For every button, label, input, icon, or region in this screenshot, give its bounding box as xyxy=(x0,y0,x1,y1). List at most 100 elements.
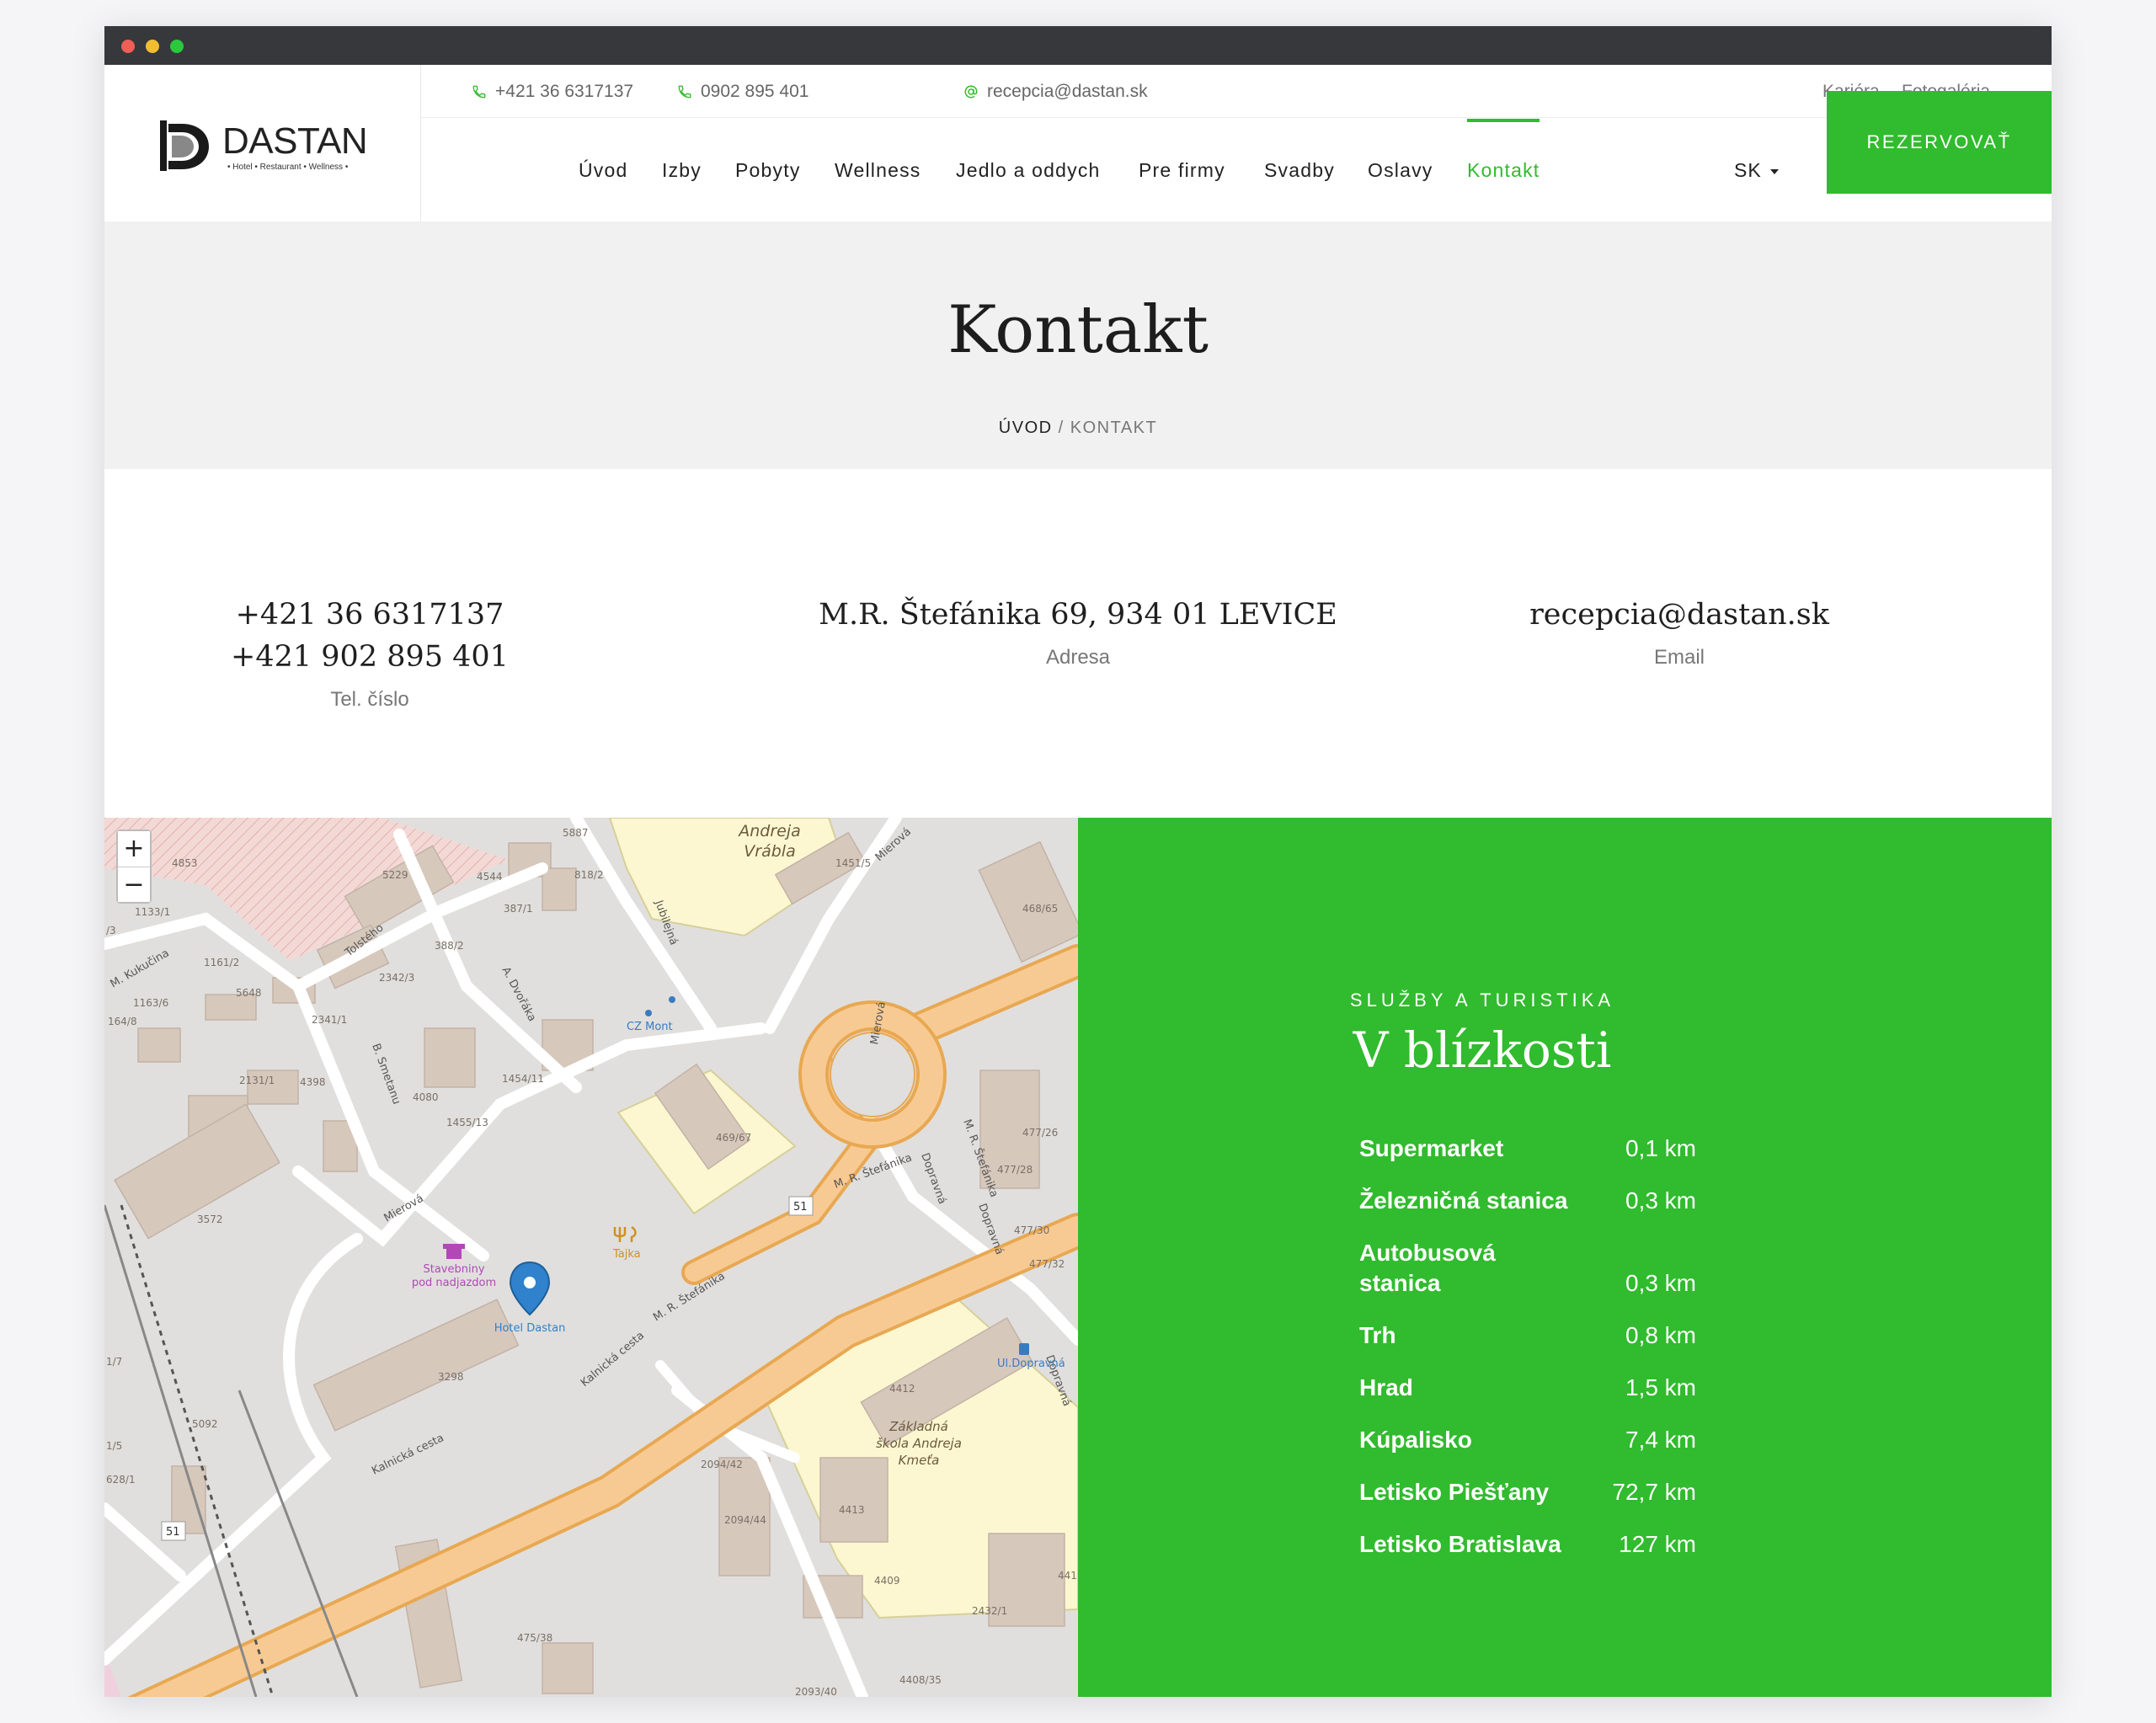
nearby-item-distance: 7,4 km xyxy=(1625,1427,1696,1453)
nearby-item-distance: 0,8 km xyxy=(1625,1322,1696,1348)
nearby-item: Autobusová stanica 0,3 km xyxy=(1359,1238,1696,1299)
phone-icon xyxy=(678,85,691,99)
nav-item-pre-firmy[interactable]: Pre firmy xyxy=(1139,119,1225,221)
map-label-stavebniny-1: Stavebniny xyxy=(423,1263,484,1276)
nav-item-svadby[interactable]: Svadby xyxy=(1264,119,1335,221)
map-label-hotel: Hotel Dastan xyxy=(494,1322,566,1335)
nearby-item-name: Letisko Piešťany xyxy=(1359,1479,1550,1505)
house-number: 4080 xyxy=(413,1091,439,1103)
topbar-phone1[interactable]: +421 36 6317137 xyxy=(472,82,633,102)
house-number: 468/65 xyxy=(1022,903,1058,915)
language-value: SK xyxy=(1734,159,1762,181)
breadcrumb-separator: / xyxy=(1052,419,1070,437)
phone-line2[interactable]: +421 902 895 401 xyxy=(159,636,580,678)
contact-phone: +421 36 6317137 +421 902 895 401 Tel. čí… xyxy=(159,594,580,712)
zoom-in-button[interactable]: + xyxy=(118,831,150,867)
nav-item-jedlo-a-oddych[interactable]: Jedlo a oddych xyxy=(956,119,1101,221)
nav-item-wellness[interactable]: Wellness xyxy=(835,119,921,221)
house-number: 1/7 xyxy=(106,1356,122,1368)
page-title: Kontakt xyxy=(947,292,1209,368)
main-navigation: Úvod Izby Pobyty Wellness Jedlo a oddych… xyxy=(421,119,2052,221)
at-icon xyxy=(964,85,978,99)
zoom-out-button[interactable]: − xyxy=(118,867,150,902)
nav-item-pobyty[interactable]: Pobyty xyxy=(735,119,801,221)
house-number: 2094/42 xyxy=(701,1459,743,1470)
contact-address: M.R. Štefánika 69, 934 01 LEVICE Adresa xyxy=(783,594,1373,669)
house-number: 1451/5 xyxy=(835,857,871,869)
house-number: 388/2 xyxy=(435,940,464,952)
phone-icon xyxy=(472,85,486,99)
house-number: 441 xyxy=(1058,1570,1077,1582)
nearby-item-distance: 0,3 km xyxy=(1625,1187,1696,1214)
logo-mark-icon xyxy=(160,120,209,171)
poi-dot xyxy=(669,996,675,1003)
phone-line1[interactable]: +421 36 6317137 xyxy=(159,594,580,636)
house-number: 5092 xyxy=(192,1418,218,1430)
house-number: 477/28 xyxy=(997,1164,1033,1176)
house-number: 628/1 xyxy=(106,1474,136,1486)
house-number: 2093/40 xyxy=(795,1686,837,1697)
nearby-list: Supermarket 0,1 km Železničná stanica 0,3 … xyxy=(1359,1134,1696,1582)
page-hero: Kontakt ÚVOD / KONTAKT xyxy=(104,221,2052,469)
house-number: 1163/6 xyxy=(133,997,168,1009)
logo-name: DASTAN xyxy=(222,120,368,162)
nearby-item-name: Kúpalisko xyxy=(1359,1427,1472,1453)
house-number: 4398 xyxy=(300,1076,326,1088)
house-number: 4409 xyxy=(874,1575,900,1587)
house-number: 4413 xyxy=(839,1504,865,1516)
nearby-item: Supermarket 0,1 km xyxy=(1359,1134,1696,1164)
close-window-dot[interactable] xyxy=(121,40,135,53)
house-number: 2131/1 xyxy=(239,1075,275,1086)
house-number: 2432/1 xyxy=(972,1605,1007,1617)
topbar-email[interactable]: recepcia@dastan.sk xyxy=(963,82,1148,102)
logo[interactable]: DASTAN • Hotel • Restaurant • Wellness • xyxy=(104,65,421,221)
minimize-window-dot[interactable] xyxy=(146,40,159,53)
maximize-window-dot[interactable] xyxy=(170,40,184,53)
nearby-item-name: Železničná stanica xyxy=(1359,1187,1568,1214)
map-label-ul-dopravna: Ul.Dopravná xyxy=(997,1358,1065,1370)
phone-label: Tel. číslo xyxy=(330,688,409,711)
topbar-phone2[interactable]: 0902 895 401 xyxy=(677,82,808,102)
house-number: 4412 xyxy=(889,1383,915,1395)
nearby-item: Trh 0,8 km xyxy=(1359,1320,1696,1351)
map-label-zs-1: Základná xyxy=(889,1419,948,1434)
house-number: 387/1 xyxy=(504,903,533,915)
house-number: 4544 xyxy=(477,871,503,883)
house-number: 2341/1 xyxy=(312,1014,347,1026)
book-button[interactable]: REZERVOVAŤ xyxy=(1827,91,2052,194)
map-label-tajka: Tajka xyxy=(612,1248,641,1261)
house-number: 5887 xyxy=(563,827,589,839)
map-zoom-control: + − xyxy=(116,829,152,904)
email-value[interactable]: recepcia@dastan.sk xyxy=(1469,594,1890,636)
site-header: DASTAN • Hotel • Restaurant • Wellness •… xyxy=(104,65,2052,221)
breadcrumb-home[interactable]: ÚVOD xyxy=(999,419,1053,437)
house-number: 4408/35 xyxy=(899,1674,942,1686)
breadcrumb: ÚVOD / KONTAKT xyxy=(104,419,2052,438)
map-label-zs-2: škola Andreja xyxy=(876,1436,962,1451)
address-value: M.R. Štefánika 69, 934 01 LEVICE xyxy=(819,598,1337,632)
nav-item-izby[interactable]: Izby xyxy=(662,119,702,221)
house-number: 3572 xyxy=(197,1214,223,1225)
nearby-item-distance: 0,3 km xyxy=(1625,1270,1696,1296)
location-map[interactable]: Mierová M. Kukučina Tolstého Jubilejná A… xyxy=(104,818,1078,1697)
nav-item-oslavy[interactable]: Oslavy xyxy=(1368,119,1433,221)
nearby-item: Letisko Bratislava 127 km xyxy=(1359,1529,1696,1560)
house-number: 477/30 xyxy=(1014,1224,1049,1236)
house-number: 3298 xyxy=(438,1371,464,1383)
nearby-item-name: Hrad xyxy=(1359,1374,1413,1400)
house-number: 469/67 xyxy=(716,1132,751,1144)
nearby-item-name: Letisko Bratislava xyxy=(1359,1531,1561,1557)
house-number: 1455/13 xyxy=(446,1117,488,1128)
language-selector[interactable]: SK xyxy=(1734,119,1779,221)
nav-item-kontakt[interactable]: Kontakt xyxy=(1467,119,1540,221)
top-contact-bar: +421 36 6317137 0902 895 401 recepcia@da… xyxy=(421,65,2052,118)
map-label-zs-3: Kmeťa xyxy=(899,1453,940,1468)
nav-item-uvod[interactable]: Úvod xyxy=(579,119,628,221)
nearby-title: V blízkosti xyxy=(1353,1022,1612,1079)
house-number: 5648 xyxy=(236,987,262,999)
nearby-item-distance: 72,7 km xyxy=(1612,1479,1696,1505)
map-canvas[interactable]: Mierová M. Kukučina Tolstého Jubilejná A… xyxy=(104,818,1078,1697)
logo-tagline: • Hotel • Restaurant • Wellness • xyxy=(227,163,349,172)
nearby-item-distance: 0,1 km xyxy=(1625,1135,1696,1161)
house-number: 475/38 xyxy=(517,1632,552,1644)
